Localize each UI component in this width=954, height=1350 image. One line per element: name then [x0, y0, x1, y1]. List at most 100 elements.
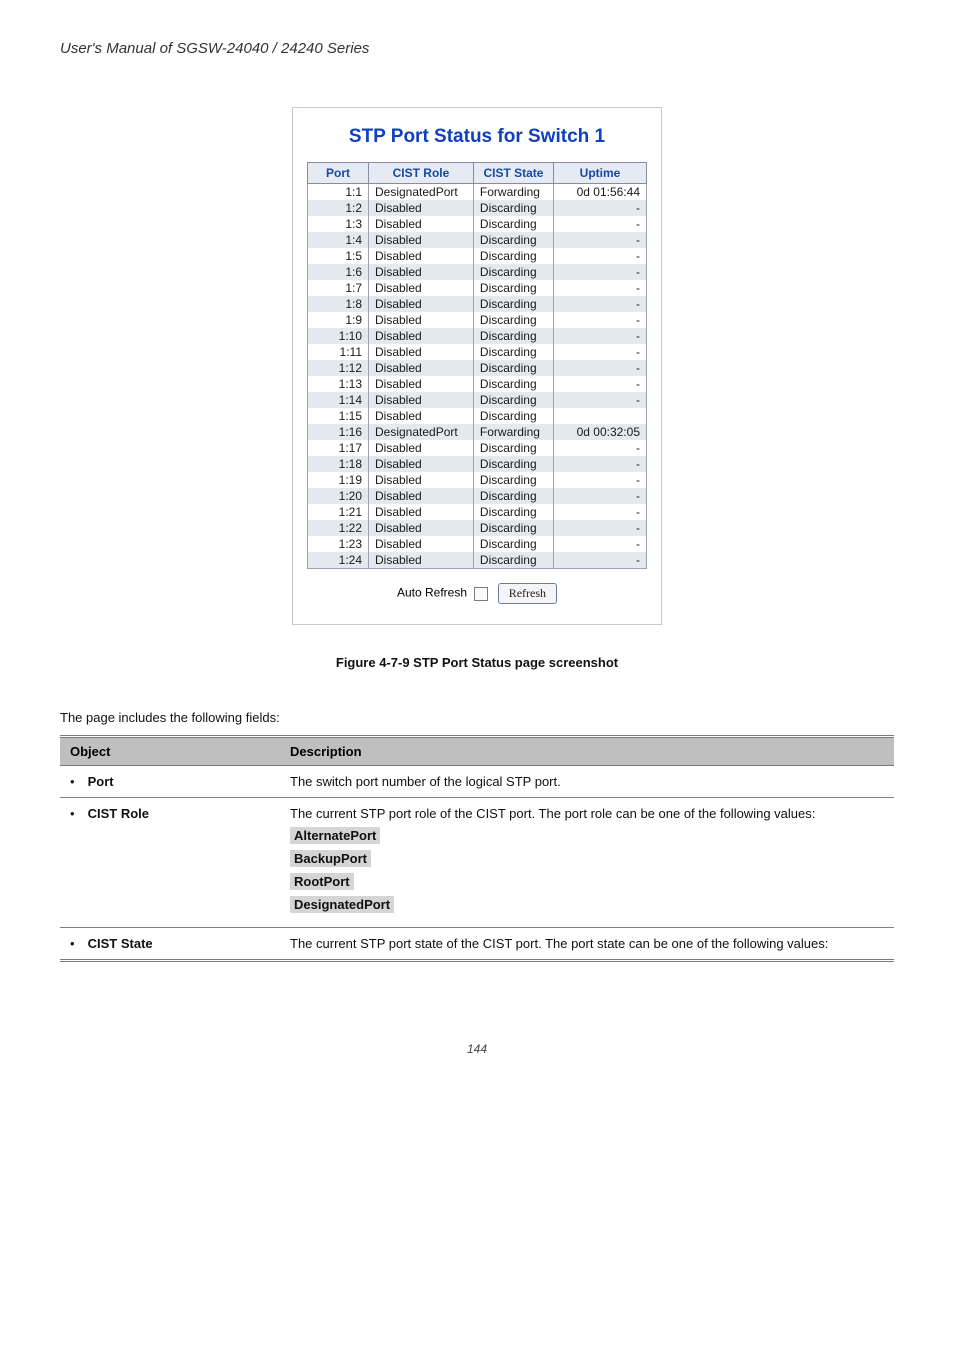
role-value: DesignatedPort [290, 896, 394, 913]
cell-state: Discarding [473, 248, 553, 264]
cell-state: Discarding [473, 504, 553, 520]
desc-header-object: Object [60, 737, 280, 766]
cell-uptime: - [554, 456, 647, 472]
screenshot-title: STP Port Status for Switch 1 [307, 126, 647, 148]
cell-port: 1:2 [308, 200, 369, 216]
role-value: BackupPort [290, 850, 371, 867]
cell-uptime: - [554, 360, 647, 376]
cell-state: Discarding [473, 456, 553, 472]
stp-port-table: Port CIST Role CIST State Uptime 1:1Desi… [307, 162, 647, 569]
table-row: 1:22DisabledDiscarding- [308, 520, 647, 536]
cell-uptime: - [554, 296, 647, 312]
table-row: 1:7DisabledDiscarding- [308, 280, 647, 296]
cell-state: Discarding [473, 344, 553, 360]
cell-port: 1:12 [308, 360, 369, 376]
table-row: 1:9DisabledDiscarding- [308, 312, 647, 328]
cell-state: Discarding [473, 312, 553, 328]
bullet-icon: • [70, 806, 84, 821]
desc-header-description: Description [280, 737, 894, 766]
controls-row: Auto Refresh Refresh [307, 583, 647, 604]
cell-port: 1:4 [308, 232, 369, 248]
cell-role: Disabled [369, 328, 474, 344]
refresh-button[interactable]: Refresh [498, 583, 557, 604]
cell-port: 1:10 [308, 328, 369, 344]
cell-port: 1:9 [308, 312, 369, 328]
desc-cist-role-lead: The current STP port role of the CIST po… [290, 806, 884, 821]
cell-port: 1:24 [308, 552, 369, 569]
cell-port: 1:18 [308, 456, 369, 472]
cell-role: Disabled [369, 376, 474, 392]
cell-uptime: - [554, 264, 647, 280]
cell-uptime: - [554, 536, 647, 552]
cell-role: DesignatedPort [369, 184, 474, 201]
figure-caption: Figure 4-7-9 STP Port Status page screen… [60, 655, 894, 670]
cell-state: Discarding [473, 376, 553, 392]
cell-state: Discarding [473, 232, 553, 248]
cell-port: 1:20 [308, 488, 369, 504]
cell-state: Discarding [473, 392, 553, 408]
cell-role: DesignatedPort [369, 424, 474, 440]
cell-role: Disabled [369, 344, 474, 360]
role-item: RootPort [290, 873, 884, 890]
cell-uptime: - [554, 440, 647, 456]
cell-role: Disabled [369, 552, 474, 569]
auto-refresh-checkbox[interactable] [474, 587, 488, 601]
cell-port: 1:21 [308, 504, 369, 520]
cell-port: 1:15 [308, 408, 369, 424]
cell-state: Forwarding [473, 184, 553, 201]
cell-role: Disabled [369, 440, 474, 456]
desc-row-cist-state: • CIST State The current STP port state … [60, 928, 894, 961]
cell-role: Disabled [369, 392, 474, 408]
table-row: 1:3DisabledDiscarding- [308, 216, 647, 232]
cell-port: 1:7 [308, 280, 369, 296]
bullet-icon: • [70, 936, 84, 951]
cell-state: Discarding [473, 216, 553, 232]
cell-port: 1:8 [308, 296, 369, 312]
cell-role: Disabled [369, 488, 474, 504]
cell-uptime: - [554, 488, 647, 504]
table-row: 1:8DisabledDiscarding- [308, 296, 647, 312]
cell-role: Disabled [369, 520, 474, 536]
bullet-icon: • [70, 774, 84, 789]
cell-uptime: - [554, 232, 647, 248]
cell-port: 1:17 [308, 440, 369, 456]
desc-port-text: The switch port number of the logical ST… [280, 766, 894, 798]
cell-uptime: - [554, 472, 647, 488]
table-row: 1:12DisabledDiscarding- [308, 360, 647, 376]
cell-state: Discarding [473, 296, 553, 312]
table-row: 1:5DisabledDiscarding- [308, 248, 647, 264]
table-row: 1:2DisabledDiscarding- [308, 200, 647, 216]
table-row: 1:15DisabledDiscarding [308, 408, 647, 424]
intro-text: The page includes the following fields: [60, 710, 894, 725]
term-cist-role: CIST Role [88, 806, 149, 821]
cell-role: Disabled [369, 312, 474, 328]
cell-state: Discarding [473, 408, 553, 424]
cell-role: Disabled [369, 200, 474, 216]
cell-state: Discarding [473, 520, 553, 536]
col-port: Port [308, 163, 369, 184]
cell-uptime [554, 408, 647, 424]
cell-port: 1:13 [308, 376, 369, 392]
desc-row-cist-role: • CIST Role The current STP port role of… [60, 798, 894, 928]
role-item: AlternatePort [290, 827, 884, 844]
auto-refresh-label: Auto Refresh [397, 586, 467, 600]
cell-port: 1:19 [308, 472, 369, 488]
cell-state: Discarding [473, 440, 553, 456]
cell-state: Discarding [473, 328, 553, 344]
cell-uptime: 0d 00:32:05 [554, 424, 647, 440]
table-header-row: Port CIST Role CIST State Uptime [308, 163, 647, 184]
role-item: DesignatedPort [290, 896, 884, 913]
table-row: 1:19DisabledDiscarding- [308, 472, 647, 488]
cell-state: Discarding [473, 472, 553, 488]
col-cist-role: CIST Role [369, 163, 474, 184]
table-row: 1:16DesignatedPortForwarding0d 00:32:05 [308, 424, 647, 440]
cell-state: Discarding [473, 552, 553, 569]
table-row: 1:6DisabledDiscarding- [308, 264, 647, 280]
table-row: 1:17DisabledDiscarding- [308, 440, 647, 456]
cell-role: Disabled [369, 504, 474, 520]
cell-port: 1:1 [308, 184, 369, 201]
table-row: 1:4DisabledDiscarding- [308, 232, 647, 248]
cell-port: 1:5 [308, 248, 369, 264]
cell-role: Disabled [369, 472, 474, 488]
cell-role: Disabled [369, 232, 474, 248]
